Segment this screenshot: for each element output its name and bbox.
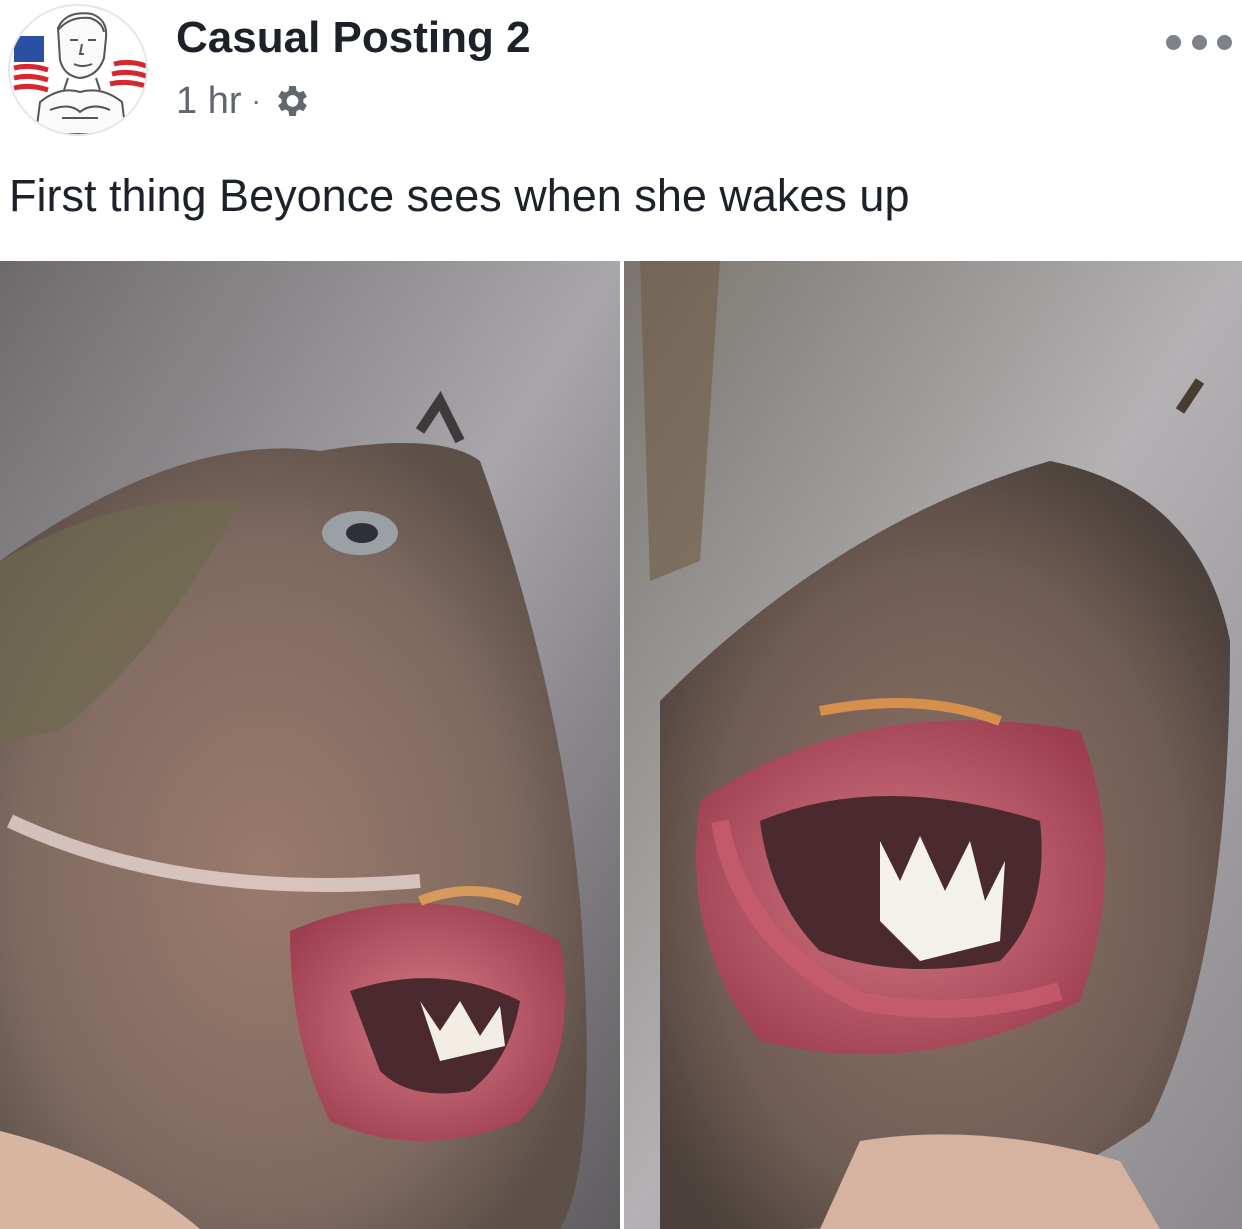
facebook-post: Casual Posting 2 1 hr · First thing Beyo… bbox=[0, 0, 1242, 1229]
american-flag-right-icon bbox=[109, 59, 146, 89]
fish-photo-right bbox=[624, 261, 1242, 1229]
post-photo[interactable] bbox=[0, 261, 1242, 1229]
more-dot bbox=[1191, 34, 1207, 50]
avatar[interactable] bbox=[8, 4, 148, 136]
photo-divider bbox=[620, 261, 624, 1229]
meta-separator: · bbox=[251, 85, 261, 116]
post-timestamp[interactable]: 1 hr bbox=[176, 80, 241, 123]
author-name[interactable]: Casual Posting 2 bbox=[176, 10, 531, 66]
american-flag-left-icon bbox=[13, 36, 49, 96]
fish-photo-left bbox=[0, 261, 620, 1229]
more-dot bbox=[1166, 34, 1181, 50]
post-meta: 1 hr · bbox=[176, 76, 311, 126]
more-options-icon[interactable] bbox=[1166, 30, 1232, 54]
post-caption: First thing Beyonce sees when she wakes … bbox=[9, 170, 910, 221]
more-dot bbox=[1217, 34, 1232, 50]
gear-icon[interactable] bbox=[271, 81, 311, 121]
